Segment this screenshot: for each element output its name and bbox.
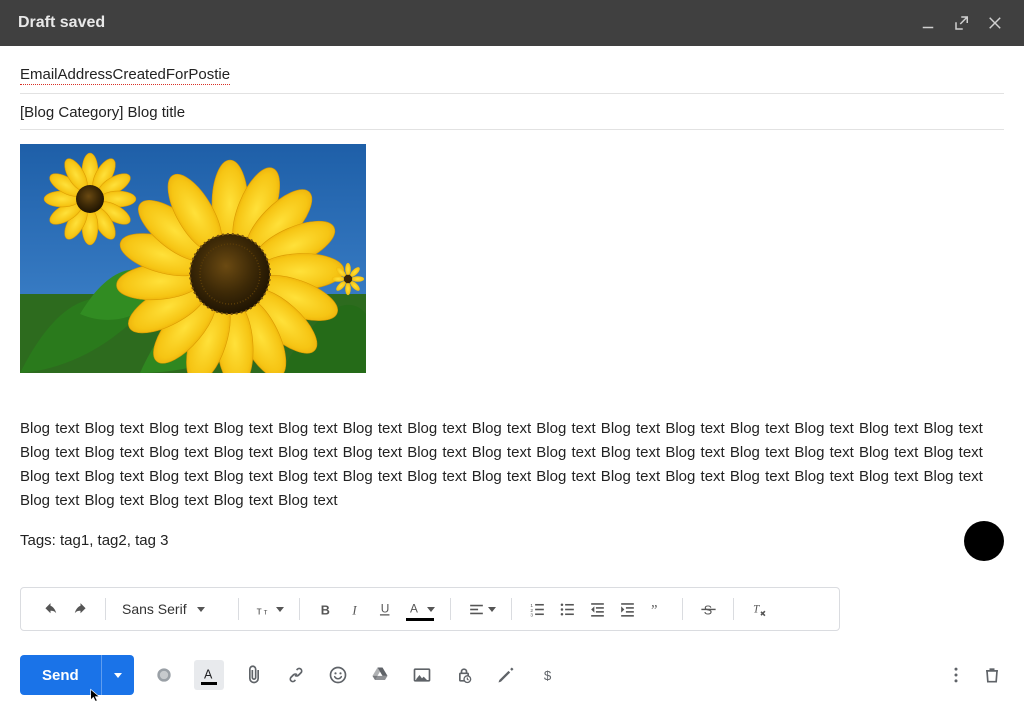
font-family-value: Sans Serif [122, 601, 187, 617]
align-button[interactable] [461, 594, 501, 624]
bold-button[interactable]: B [310, 594, 340, 624]
svg-text:A: A [409, 601, 417, 615]
attach-file-icon[interactable] [242, 663, 266, 687]
remove-formatting-button[interactable]: T [744, 594, 774, 624]
confidential-mode-icon[interactable] [452, 663, 476, 687]
quote-button[interactable]: ” [642, 594, 672, 624]
dollar-icon[interactable]: $ [536, 663, 560, 687]
compose-titlebar: Draft saved [0, 0, 1024, 46]
svg-text:U: U [380, 601, 389, 615]
minimize-icon[interactable] [918, 13, 938, 33]
floating-action-dot[interactable] [964, 521, 1004, 561]
numbered-list-button[interactable]: 123 [522, 594, 552, 624]
subject-field[interactable]: [Blog Category] Blog title [20, 94, 1004, 130]
chevron-down-icon [276, 607, 284, 612]
emoji-icon[interactable] [326, 663, 350, 687]
indent-more-button[interactable] [612, 594, 642, 624]
blog-body-text: Blog text Blog text Blog text Blog text … [20, 417, 1004, 513]
svg-text:т: т [263, 607, 267, 616]
chevron-down-icon [197, 607, 205, 612]
drive-icon[interactable] [368, 663, 392, 687]
signature-pen-icon[interactable] [494, 663, 518, 687]
compose-bottom-bar: Send A $ [0, 645, 1024, 713]
close-icon[interactable] [986, 13, 1006, 33]
chevron-down-icon [427, 607, 435, 612]
svg-text:I: I [351, 603, 357, 617]
text-color-button[interactable]: A [400, 594, 440, 624]
svg-text:B: B [320, 603, 329, 617]
svg-text:$: $ [544, 668, 552, 683]
insert-image-icon[interactable] [410, 663, 434, 687]
to-value: EmailAddressCreatedForPostie [20, 66, 230, 85]
undo-button[interactable] [35, 594, 65, 624]
underline-button[interactable]: U [370, 594, 400, 624]
svg-text:S: S [703, 603, 711, 617]
strikethrough-button[interactable]: S [693, 594, 723, 624]
message-body[interactable]: Blog text Blog text Blog text Blog text … [20, 130, 1004, 587]
formatting-toolbar: Sans Serif тт B I U A [20, 587, 840, 631]
svg-text:3: 3 [530, 612, 533, 618]
subject-value: [Blog Category] Blog title [20, 104, 185, 121]
send-options-button[interactable] [101, 655, 134, 695]
tags-line: Tags: tag1, tag2, tag 3 [20, 529, 1004, 553]
chevron-down-icon [114, 673, 122, 678]
italic-button[interactable]: I [340, 594, 370, 624]
indent-less-button[interactable] [582, 594, 612, 624]
svg-text:T: T [753, 603, 760, 615]
insert-link-icon[interactable] [284, 663, 308, 687]
to-field[interactable]: EmailAddressCreatedForPostie [20, 56, 1004, 94]
send-button-group: Send [20, 655, 134, 695]
chevron-down-icon [488, 607, 496, 612]
font-size-button[interactable]: тт [249, 594, 289, 624]
svg-text:”: ” [651, 602, 657, 618]
text-format-toggle[interactable]: A [194, 660, 224, 690]
more-options-icon[interactable] [944, 663, 968, 687]
discard-draft-icon[interactable] [980, 663, 1004, 687]
font-family-dropdown[interactable]: Sans Serif [116, 601, 228, 617]
bullet-list-button[interactable] [552, 594, 582, 624]
window-title: Draft saved [18, 14, 105, 32]
pop-in-icon[interactable] [952, 13, 972, 33]
extension-icon[interactable] [152, 663, 176, 687]
svg-text:т: т [256, 605, 261, 617]
redo-button[interactable] [65, 594, 95, 624]
attached-image [20, 144, 366, 373]
send-button[interactable]: Send [20, 655, 101, 695]
svg-text:A: A [204, 667, 213, 681]
